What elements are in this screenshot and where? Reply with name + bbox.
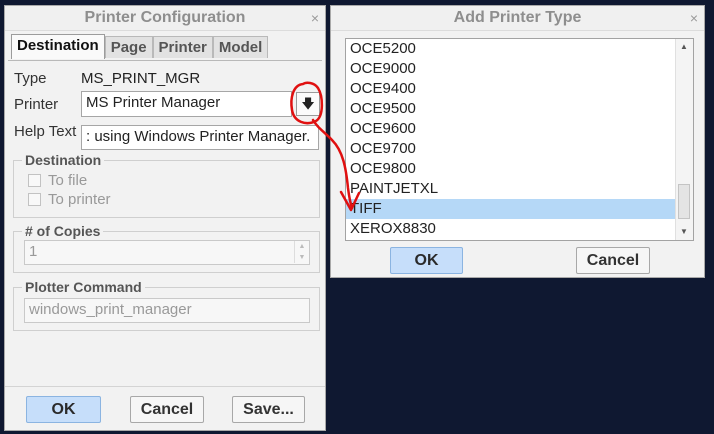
to-printer-label: To printer	[48, 191, 111, 208]
ok-button[interactable]: OK	[390, 247, 463, 274]
chevron-up-icon[interactable]: ▲	[294, 241, 309, 252]
help-text-field[interactable]: : using Windows Printer Manager.	[81, 125, 319, 150]
destination-tab-panel: Type MS_PRINT_MGR Printer MS Printer Man…	[8, 60, 322, 393]
to-file-label: To file	[48, 172, 88, 189]
dialog-title-bar: Printer Configuration ×	[5, 6, 325, 31]
down-arrow-icon: 🡇	[301, 96, 315, 111]
list-item[interactable]: PAINTJETXL	[346, 179, 693, 199]
list-item[interactable]: OCE9700	[346, 139, 693, 159]
list-scrollbar[interactable]: ▲ ▼	[675, 39, 693, 240]
list-item[interactable]: XEROX8830	[346, 219, 693, 239]
list-item[interactable]: OCE5200	[346, 39, 693, 59]
list-item[interactable]: OCE9800	[346, 159, 693, 179]
printer-configuration-dialog: Printer Configuration × Destination Page…	[4, 5, 326, 431]
tab-printer[interactable]: Printer	[152, 36, 213, 58]
dialog-footer: OK Cancel Save...	[5, 386, 325, 430]
add-printer-type-dialog: Add Printer Type × OCE5200 OCE9000 OCE94…	[330, 5, 705, 278]
copies-value: 1	[29, 243, 38, 260]
list-item-selected[interactable]: TIFF	[346, 199, 693, 219]
chevron-down-icon[interactable]: ▼	[294, 252, 309, 263]
type-label: Type	[14, 70, 47, 87]
dialog-title-bar: Add Printer Type ×	[331, 6, 704, 31]
close-icon[interactable]: ×	[690, 6, 698, 30]
checkbox-box	[28, 174, 41, 187]
to-file-checkbox[interactable]: To file	[28, 172, 87, 189]
dialog-title: Add Printer Type	[453, 9, 582, 26]
to-printer-checkbox[interactable]: To printer	[28, 191, 111, 208]
ok-button[interactable]: OK	[26, 396, 101, 423]
plotter-command-group: Plotter Command windows_print_manager	[13, 279, 320, 331]
chevron-down-icon[interactable]: ▼	[676, 225, 692, 239]
copies-stepper[interactable]: 1 ▲ ▼	[24, 240, 310, 265]
printer-label: Printer	[14, 96, 59, 113]
checkbox-box	[28, 193, 41, 206]
scrollbar-thumb[interactable]	[678, 184, 690, 219]
tab-model[interactable]: Model	[212, 36, 269, 58]
help-text-label: Help Text	[14, 123, 77, 140]
cancel-button[interactable]: Cancel	[576, 247, 650, 274]
tab-destination[interactable]: Destination	[11, 34, 105, 59]
dialog-title: Printer Configuration	[84, 9, 246, 26]
list-item[interactable]: OCE9400	[346, 79, 693, 99]
destination-group: Destination To file To printer	[13, 152, 320, 218]
printer-browse-button[interactable]: 🡇	[296, 92, 320, 116]
tab-page[interactable]: Page	[104, 36, 153, 58]
list-item[interactable]: OCE9500	[346, 99, 693, 119]
close-icon[interactable]: ×	[311, 6, 319, 30]
destination-group-title: Destination	[22, 152, 105, 168]
chevron-up-icon[interactable]: ▲	[676, 40, 692, 54]
list-item[interactable]: OCE9600	[346, 119, 693, 139]
tab-bar: Destination Page Printer Model	[11, 34, 269, 60]
plotter-command-group-title: Plotter Command	[22, 279, 145, 295]
copies-group-title: # of Copies	[22, 223, 104, 239]
save-button[interactable]: Save...	[232, 396, 305, 423]
list-item[interactable]: OCE9000	[346, 59, 693, 79]
cancel-button[interactable]: Cancel	[130, 396, 204, 423]
printer-field[interactable]: MS Printer Manager	[81, 91, 292, 117]
copies-group: # of Copies 1 ▲ ▼	[13, 223, 320, 273]
type-value: MS_PRINT_MGR	[81, 70, 201, 87]
plotter-command-field[interactable]: windows_print_manager	[24, 298, 310, 323]
printer-type-list[interactable]: OCE5200 OCE9000 OCE9400 OCE9500 OCE9600 …	[345, 38, 694, 241]
